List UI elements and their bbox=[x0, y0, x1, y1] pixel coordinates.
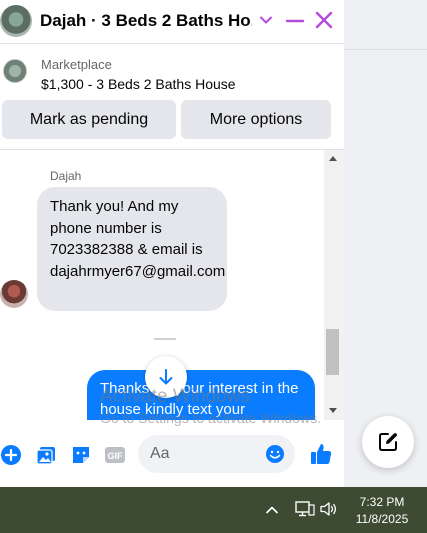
scroll-thumb[interactable] bbox=[326, 329, 339, 375]
message-input[interactable]: Aa bbox=[138, 435, 295, 473]
scroll-up-arrow[interactable] bbox=[329, 156, 337, 161]
windows-taskbar: 7:32 PM 11/8/2025 bbox=[0, 487, 427, 533]
add-icon[interactable] bbox=[0, 444, 22, 466]
incoming-message[interactable]: Thank you! And my phone number is 702338… bbox=[37, 187, 227, 311]
clock-time[interactable]: 7:32 PM bbox=[350, 495, 414, 509]
contact-avatar[interactable] bbox=[0, 5, 32, 37]
divider-line bbox=[344, 49, 427, 50]
scrollbar[interactable] bbox=[324, 150, 344, 420]
chevron-up-icon[interactable] bbox=[265, 503, 279, 517]
background-panel bbox=[344, 0, 427, 487]
listing-title: $1,300 - 3 Beds 2 Baths House bbox=[41, 76, 236, 92]
chevron-down-icon[interactable] bbox=[258, 12, 274, 28]
message-separator bbox=[154, 338, 176, 340]
sender-name: Dajah bbox=[50, 169, 82, 183]
network-icon[interactable] bbox=[295, 500, 315, 518]
minimize-icon[interactable] bbox=[284, 10, 306, 32]
chat-window: Dajah · 3 Beds 2 Baths Ho... Marketplace… bbox=[0, 0, 344, 487]
more-options-button[interactable]: More options bbox=[181, 100, 331, 139]
gif-icon[interactable]: GIF bbox=[104, 444, 126, 466]
photo-icon[interactable] bbox=[35, 444, 57, 466]
message-input-placeholder: Aa bbox=[150, 445, 170, 462]
listing-thumbnail bbox=[3, 59, 27, 83]
arrow-down-icon bbox=[159, 369, 173, 385]
volume-icon[interactable] bbox=[320, 501, 338, 517]
mark-as-pending-button[interactable]: Mark as pending bbox=[2, 100, 176, 139]
sender-avatar[interactable] bbox=[0, 280, 28, 308]
scroll-to-bottom-button[interactable] bbox=[145, 356, 187, 398]
close-icon[interactable] bbox=[313, 9, 335, 31]
scroll-down-arrow[interactable] bbox=[329, 408, 337, 413]
outgoing-message[interactable]: Thanks for your interest in the house ki… bbox=[87, 370, 315, 420]
like-icon[interactable] bbox=[309, 442, 333, 466]
emoji-icon[interactable] bbox=[265, 444, 285, 464]
message-composer: GIF Aa bbox=[0, 421, 344, 487]
clock-date[interactable]: 11/8/2025 bbox=[350, 512, 414, 526]
new-message-button[interactable] bbox=[362, 416, 414, 468]
chat-header[interactable]: Dajah · 3 Beds 2 Baths Ho... bbox=[0, 0, 344, 44]
svg-text:GIF: GIF bbox=[108, 451, 124, 461]
marketplace-listing[interactable]: Marketplace $1,300 - 3 Beds 2 Baths Hous… bbox=[0, 48, 344, 98]
chat-title[interactable]: Dajah · 3 Beds 2 Baths Ho... bbox=[40, 11, 252, 31]
marketplace-label: Marketplace bbox=[41, 57, 112, 72]
compose-icon bbox=[379, 433, 397, 451]
sticker-icon[interactable] bbox=[70, 444, 92, 466]
